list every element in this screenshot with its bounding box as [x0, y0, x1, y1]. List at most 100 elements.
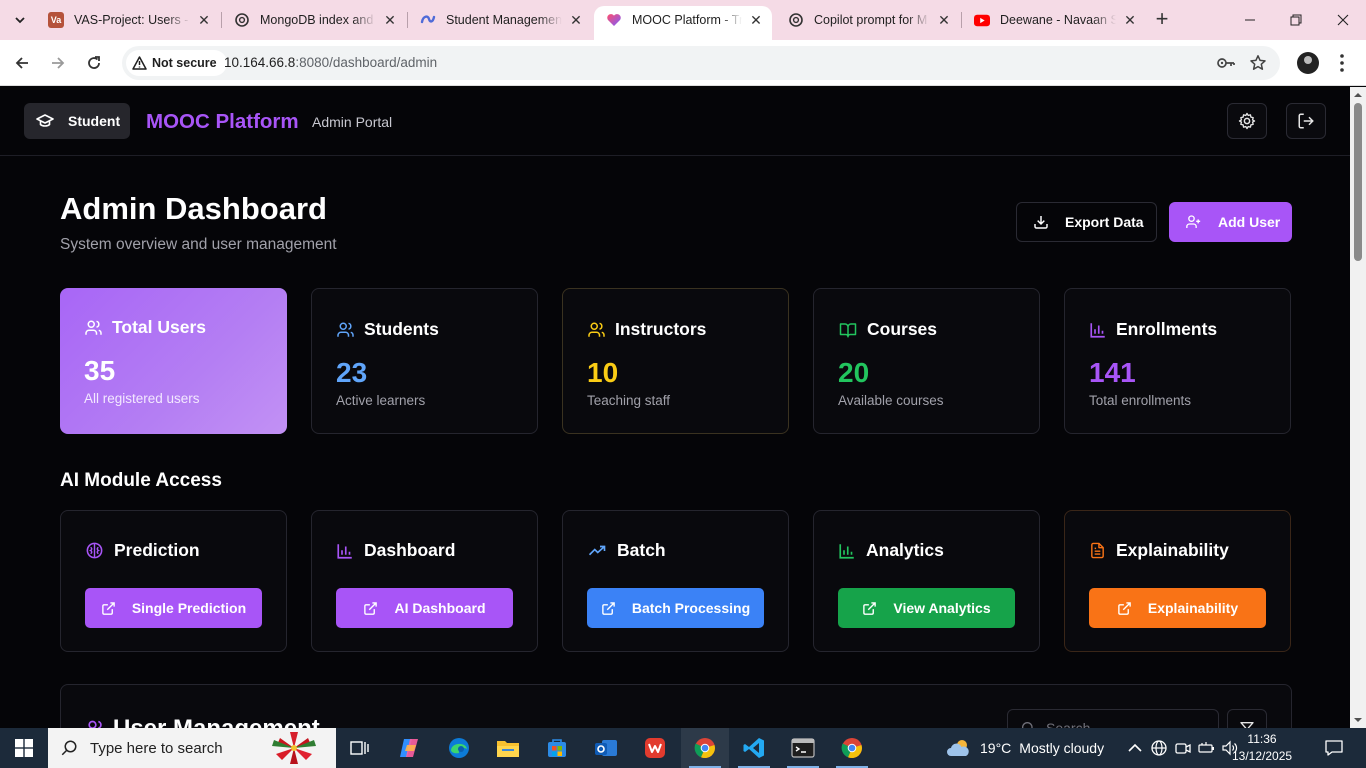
- start-button[interactable]: [0, 728, 48, 768]
- search-icon: [61, 740, 77, 756]
- stat-caption: All registered users: [84, 391, 200, 406]
- ai-dashboard-button[interactable]: AI Dashboard: [336, 588, 513, 628]
- stat-card-total-users[interactable]: Total Users 35 All registered users: [60, 288, 287, 434]
- close-window-button[interactable]: [1320, 0, 1366, 40]
- page-title: Admin Dashboard: [60, 191, 327, 226]
- tab-search-button[interactable]: [8, 8, 32, 32]
- taskbar-chrome-2[interactable]: [828, 728, 876, 768]
- password-key-icon[interactable]: [1216, 54, 1235, 72]
- stat-card-enrollments[interactable]: Enrollments 141 Total enrollments: [1064, 288, 1291, 434]
- weather-widget[interactable]: 19°C Mostly cloudy: [946, 728, 1104, 768]
- close-icon[interactable]: ✕: [1122, 12, 1138, 28]
- close-icon[interactable]: ✕: [196, 12, 212, 28]
- restore-button[interactable]: [1273, 0, 1319, 40]
- stat-card-instructors[interactable]: Instructors 10 Teaching staff: [562, 288, 789, 434]
- taskbar-vscode[interactable]: [730, 728, 778, 768]
- stat-value: 141: [1089, 357, 1136, 388]
- taskbar-wps-office[interactable]: [631, 728, 679, 768]
- bookmark-star-icon[interactable]: [1249, 54, 1267, 72]
- arrow-left-icon: [15, 57, 28, 69]
- bar-chart-icon: [1090, 322, 1105, 338]
- browser-tab-3[interactable]: Student Management ✕: [408, 6, 592, 34]
- close-icon[interactable]: ✕: [748, 12, 764, 28]
- browser-tab-2[interactable]: MongoDB index and ✕: [222, 6, 406, 34]
- taskbar-chrome-active[interactable]: [681, 728, 729, 768]
- add-user-button[interactable]: Add User: [1169, 202, 1292, 242]
- browser-tab-4-active[interactable]: MOOC Platform - Tra ✕: [594, 6, 772, 40]
- stat-caption: Available courses: [838, 393, 944, 408]
- portal-label: Admin Portal: [312, 114, 393, 130]
- tab-title: Student Management: [446, 13, 562, 27]
- browser-tab-1[interactable]: Va VAS-Project: Users - A ✕: [36, 6, 220, 34]
- taskbar-outlook[interactable]: [582, 728, 630, 768]
- filter-button[interactable]: [1227, 709, 1267, 728]
- brain-icon: [86, 542, 103, 559]
- notification-center-icon[interactable]: [1324, 739, 1344, 757]
- globe-icon[interactable]: [1150, 739, 1168, 757]
- openai-icon: [788, 12, 804, 28]
- module-card-explainability: Explainability Explainability: [1064, 510, 1291, 652]
- users-icon: [88, 720, 102, 728]
- single-prediction-button[interactable]: Single Prediction: [85, 588, 262, 628]
- url-host: 10.164.66.8: [224, 55, 296, 70]
- url-text[interactable]: 10.164.66.8:8080/dashboard/admin: [224, 55, 437, 70]
- taskbar-store[interactable]: [533, 728, 581, 768]
- minimize-button[interactable]: [1227, 0, 1273, 40]
- close-icon: [1337, 14, 1349, 26]
- user-plus-icon: [1186, 215, 1201, 228]
- export-data-button[interactable]: Export Data: [1016, 202, 1157, 242]
- view-analytics-button[interactable]: View Analytics: [838, 588, 1015, 628]
- user-search-input[interactable]: Search...: [1007, 709, 1219, 728]
- reload-icon: [88, 56, 100, 69]
- taskbar-file-explorer[interactable]: [484, 728, 532, 768]
- battery-icon[interactable]: [1198, 739, 1216, 757]
- logout-button[interactable]: [1286, 103, 1326, 139]
- forward-button[interactable]: [46, 51, 70, 75]
- settings-button[interactable]: [1227, 103, 1267, 139]
- browser-menu-button[interactable]: [1334, 52, 1350, 74]
- profile-avatar[interactable]: [1297, 52, 1319, 74]
- chrome-icon: [694, 738, 715, 759]
- browser-tab-6[interactable]: Deewane - Navaan S ✕: [962, 6, 1146, 34]
- task-view-button[interactable]: [336, 728, 384, 768]
- edge-icon: [449, 738, 469, 758]
- brand-logo-text[interactable]: MOOC Platform: [146, 110, 299, 134]
- close-icon[interactable]: ✕: [382, 12, 398, 28]
- module-card-batch: Batch Batch Processing: [562, 510, 789, 652]
- stat-caption: Active learners: [336, 393, 426, 408]
- terminal-icon: [791, 738, 815, 758]
- explainability-button[interactable]: Explainability: [1089, 588, 1266, 628]
- taskbar-edge[interactable]: [435, 728, 483, 768]
- close-icon[interactable]: ✕: [568, 12, 584, 28]
- scroll-up-arrow-icon[interactable]: [1354, 91, 1362, 99]
- taskbar-copilot[interactable]: [386, 728, 434, 768]
- browser-tab-5[interactable]: Copilot prompt for M ✕: [776, 6, 960, 34]
- new-tab-button[interactable]: +: [1150, 8, 1174, 32]
- reload-button[interactable]: [82, 51, 106, 75]
- system-clock[interactable]: 11:36 13/12/2025: [1232, 731, 1292, 765]
- module-label: Analytics: [866, 540, 944, 560]
- site-info-button[interactable]: Not secure: [126, 50, 227, 76]
- stat-value: 35: [84, 355, 116, 386]
- stat-label: Total Users: [112, 317, 207, 337]
- close-icon[interactable]: ✕: [936, 12, 952, 28]
- address-bar[interactable]: Not secure 10.164.66.8:8080/dashboard/ad…: [122, 46, 1280, 80]
- page-viewport: Student MOOC Platform Admin Portal Admin…: [0, 87, 1350, 728]
- scrollbar-thumb[interactable]: [1354, 103, 1362, 261]
- back-button[interactable]: [10, 51, 34, 75]
- meet-now-icon[interactable]: [1174, 739, 1192, 757]
- batch-processing-button[interactable]: Batch Processing: [587, 588, 764, 628]
- scroll-down-arrow-icon[interactable]: [1354, 716, 1362, 724]
- taskbar-terminal[interactable]: [779, 728, 827, 768]
- url-path: :8080/dashboard/admin: [295, 55, 438, 70]
- stat-card-courses[interactable]: Courses 20 Available courses: [813, 288, 1040, 434]
- stat-card-students[interactable]: Students 23 Active learners: [311, 288, 538, 434]
- chevron-up-icon[interactable]: [1126, 739, 1144, 757]
- logout-icon: [1298, 113, 1314, 129]
- external-link-icon: [102, 601, 115, 615]
- role-switch-button[interactable]: Student: [24, 103, 130, 139]
- windows-taskbar: Type here to search 19°C Mostly cloudy 1…: [0, 728, 1366, 768]
- page-scrollbar[interactable]: [1350, 87, 1366, 728]
- module-button-label: AI Dashboard: [394, 600, 486, 616]
- arrow-right-icon: [52, 57, 65, 69]
